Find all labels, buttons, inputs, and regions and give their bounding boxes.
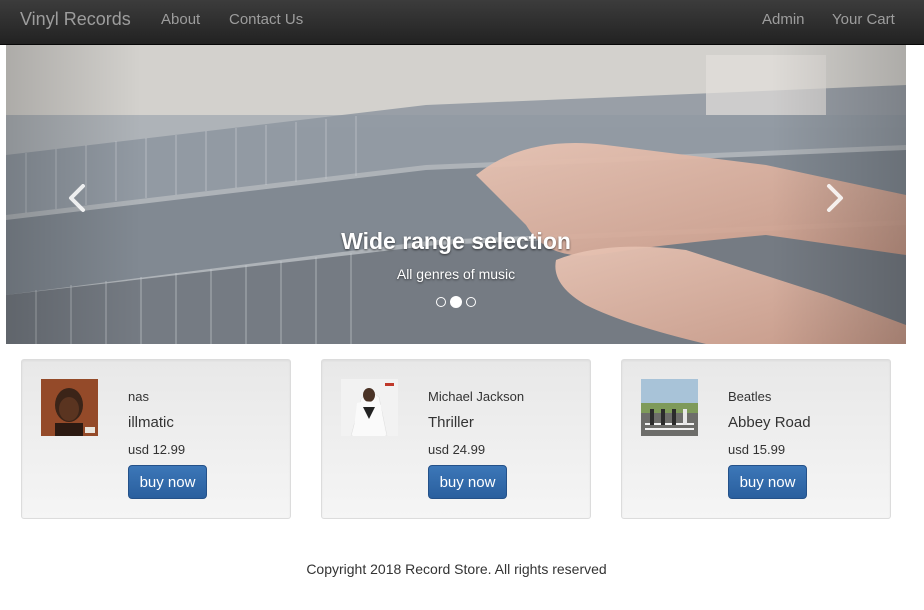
- navbar: Vinyl Records About Contact Us Admin You…: [0, 0, 924, 45]
- product-card: nas illmatic usd 12.99 buy now: [21, 359, 291, 519]
- footer-copyright: Copyright 2018 Record Store. All rights …: [306, 561, 607, 577]
- carousel-indicator-1[interactable]: [436, 297, 446, 307]
- product-price: usd 24.99: [428, 442, 486, 457]
- carousel-caption-title: Wide range selection: [341, 228, 571, 254]
- illmatic-cover-icon: [41, 379, 98, 436]
- abbey-road-cover-icon: [641, 379, 698, 436]
- product-album: illmatic: [128, 414, 174, 431]
- product-card: Michael Jackson Thriller usd 24.99 buy n…: [321, 359, 591, 519]
- product-price: usd 15.99: [728, 442, 786, 457]
- nav-cart-link[interactable]: Your Cart: [832, 11, 895, 28]
- product-album: Thriller: [428, 414, 474, 431]
- carousel-caption-subtitle: All genres of music: [396, 266, 516, 282]
- carousel-indicator-3[interactable]: [466, 297, 476, 307]
- buy-now-button[interactable]: buy now: [728, 465, 807, 499]
- carousel-indicator-2[interactable]: [450, 296, 462, 308]
- product-artist: Michael Jackson: [428, 389, 525, 404]
- chevron-right-icon: [827, 184, 843, 212]
- carousel-next-button[interactable]: [820, 183, 850, 213]
- thriller-cover-icon: [341, 379, 398, 436]
- nav-contact-link[interactable]: Contact Us: [229, 11, 303, 28]
- nav-about-link[interactable]: About: [161, 11, 200, 28]
- product-album: Abbey Road: [728, 414, 811, 431]
- buy-now-button[interactable]: buy now: [428, 465, 507, 499]
- nav-admin-link[interactable]: Admin: [762, 11, 805, 28]
- product-price: usd 12.99: [128, 442, 186, 457]
- chevron-left-icon: [69, 184, 85, 212]
- carousel-indicators: [436, 296, 476, 308]
- hero-carousel: Wide range selection All genres of music: [6, 45, 906, 344]
- brand-link[interactable]: Vinyl Records: [20, 9, 131, 30]
- product-artist: Beatles: [728, 389, 772, 404]
- buy-now-button[interactable]: buy now: [128, 465, 207, 499]
- carousel-prev-button[interactable]: [62, 183, 92, 213]
- product-artist: nas: [128, 389, 149, 404]
- product-card: Beatles Abbey Road usd 15.99 buy now: [621, 359, 891, 519]
